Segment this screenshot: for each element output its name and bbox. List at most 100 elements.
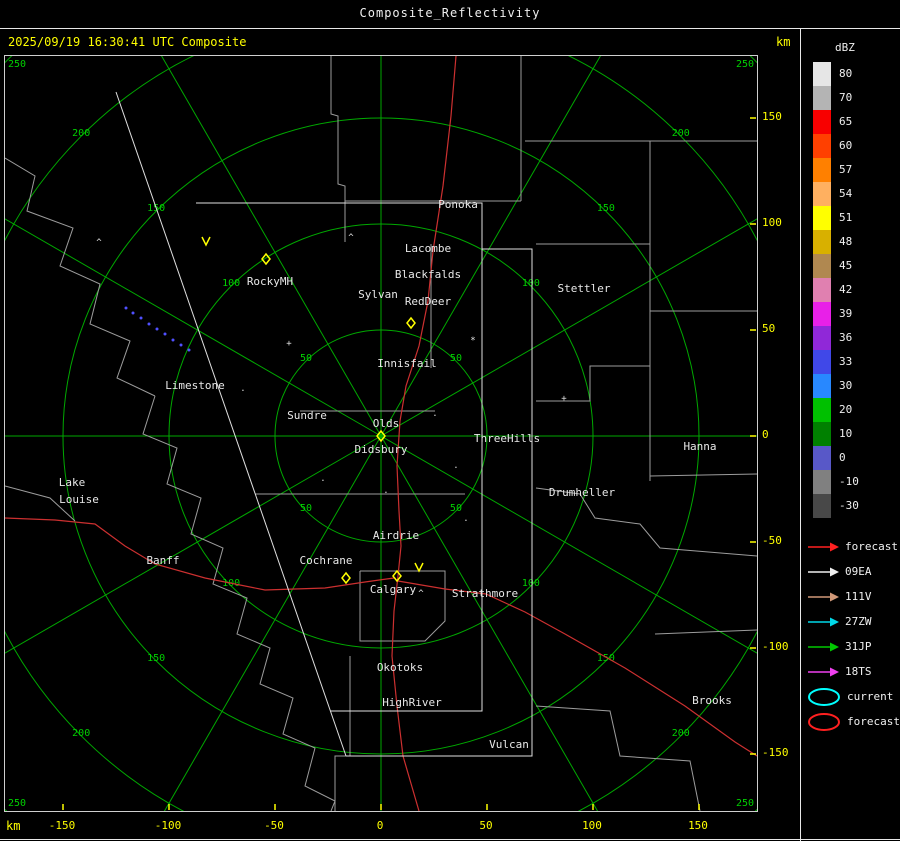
echo-dot [187, 348, 191, 352]
colorbar-value: 10 [839, 427, 853, 440]
legend-item: forecast [806, 709, 900, 734]
range-ring-label: 250 [736, 59, 754, 70]
city-label: Sundre [287, 409, 327, 422]
city-label: RockyMH [247, 275, 293, 288]
radar-site-icon [341, 571, 351, 585]
range-ring-label: 200 [72, 128, 90, 139]
y-axis-label: -150 [762, 746, 789, 759]
colorbar-swatch [813, 230, 831, 254]
x-axis-label: -150 [48, 819, 76, 832]
city-label: HighRiver [382, 696, 442, 709]
legend-item: 18TS [806, 659, 900, 684]
y-axis-label: 50 [762, 322, 776, 335]
track-arrow-icon [808, 617, 839, 626]
colorbar-value: 54 [839, 187, 853, 200]
colorbar-value: 0 [839, 451, 846, 464]
station-mark: ^ [418, 589, 424, 599]
colorbar: 80 70 65 60 57 54 51 48 45 42 39 36 33 30 20 10 0 -10 -30 [813, 62, 900, 518]
city-label: Innisfail [377, 357, 437, 370]
range-ring-label: 150 [597, 653, 615, 664]
city-label: Calgary [370, 583, 417, 596]
colorbar-swatch [813, 182, 831, 206]
city-label: Didsbury [355, 443, 408, 456]
colorbar-swatch [813, 86, 831, 110]
colorbar-value: 39 [839, 307, 853, 320]
x-axis-unit: km [6, 819, 21, 833]
legend-item: 31JP [806, 634, 900, 659]
colorbar-value: -30 [839, 499, 859, 512]
x-axis-label: 100 [582, 819, 602, 832]
y-axis-unit: km [776, 35, 791, 49]
range-ring-label: 50 [450, 503, 462, 514]
x-axis-label: 50 [479, 819, 493, 832]
legend-item: 111V [806, 584, 900, 609]
range-ring-label: 150 [147, 653, 165, 664]
city-label: Brooks [692, 694, 732, 707]
station-mark: . [463, 514, 468, 524]
county-boundary [330, 56, 346, 242]
county-boundary [5, 157, 156, 397]
echo-dot [131, 311, 135, 315]
colorbar-value: 57 [839, 163, 853, 176]
colorbar-entry: 36 [813, 326, 900, 350]
colorbar-value: 20 [839, 403, 853, 416]
city-label: Lacombe [405, 242, 451, 255]
colorbar-value: 80 [839, 67, 853, 80]
colorbar-entry: 33 [813, 350, 900, 374]
colorbar-entry: 80 [813, 62, 900, 86]
colorbar-entry: 57 [813, 158, 900, 182]
colorbar-swatch [813, 302, 831, 326]
y-axis-label: 0 [762, 428, 769, 441]
city-label: Sylvan [358, 288, 398, 301]
radar-scan-outline [346, 248, 533, 757]
echo-dot [163, 332, 167, 336]
x-axis-label: 0 [376, 819, 384, 832]
track-arrow-icon [808, 542, 839, 551]
county-boundary [654, 629, 757, 635]
colorbar-entry: 20 [813, 398, 900, 422]
radar-map-frame[interactable]: 50 50 50 50 100 100 100 100 150 150 150 150 200 200 20… [4, 55, 758, 812]
range-ring-label: 200 [72, 728, 90, 739]
colorbar-swatch [813, 134, 831, 158]
station-mark: ^ [96, 238, 102, 248]
radar-map-svg[interactable]: 50 5050 50100 100100 100150 150150 150200 20020… [5, 56, 757, 811]
uncertainty-ellipse-icon [808, 712, 840, 731]
city-label: RedDeer [405, 295, 452, 308]
colorbar-value: 65 [839, 115, 853, 128]
legend-label: 18TS [845, 665, 872, 678]
legend-label: forecast [847, 715, 900, 728]
x-axis-label: -50 [264, 819, 284, 832]
colorbar-value: 48 [839, 235, 853, 248]
city-label: Lake [59, 476, 86, 489]
legend-label: forecast [845, 540, 898, 553]
colorbar-swatch [813, 254, 831, 278]
window-title: Composite_Reflectivity [359, 6, 541, 20]
legend-label: current [847, 690, 894, 703]
county-boundary [536, 365, 650, 402]
station-mark: ^ [348, 233, 354, 243]
colorbar-entry: 0 [813, 446, 900, 470]
range-ring-label: 250 [8, 59, 26, 70]
colorbar-entry: -10 [813, 470, 900, 494]
city-label: Airdrie [373, 529, 419, 542]
station-mark: . [432, 409, 437, 419]
colorbar-title: dBZ [835, 41, 855, 54]
colorbar-entry: 42 [813, 278, 900, 302]
city-label: ThreeHills [474, 432, 540, 445]
legend-label: 31JP [845, 640, 872, 653]
y-axis-label: -50 [762, 534, 782, 547]
echo-dot [155, 327, 159, 331]
range-ring-label: 50 [450, 353, 462, 364]
y-axis-label: -100 [762, 640, 789, 653]
colorbar-entry: 51 [813, 206, 900, 230]
range-ring-label: 250 [736, 798, 754, 809]
radar-site-icon [261, 252, 271, 266]
city-label: Blackfalds [395, 268, 461, 281]
city-label: Strathmore [452, 587, 518, 600]
bottom-divider [0, 839, 900, 840]
echo-dot [139, 316, 143, 320]
colorbar-value: 51 [839, 211, 853, 224]
colorbar-swatch [813, 110, 831, 134]
legend-item: 09EA [806, 559, 900, 584]
station-mark: * [470, 336, 475, 346]
